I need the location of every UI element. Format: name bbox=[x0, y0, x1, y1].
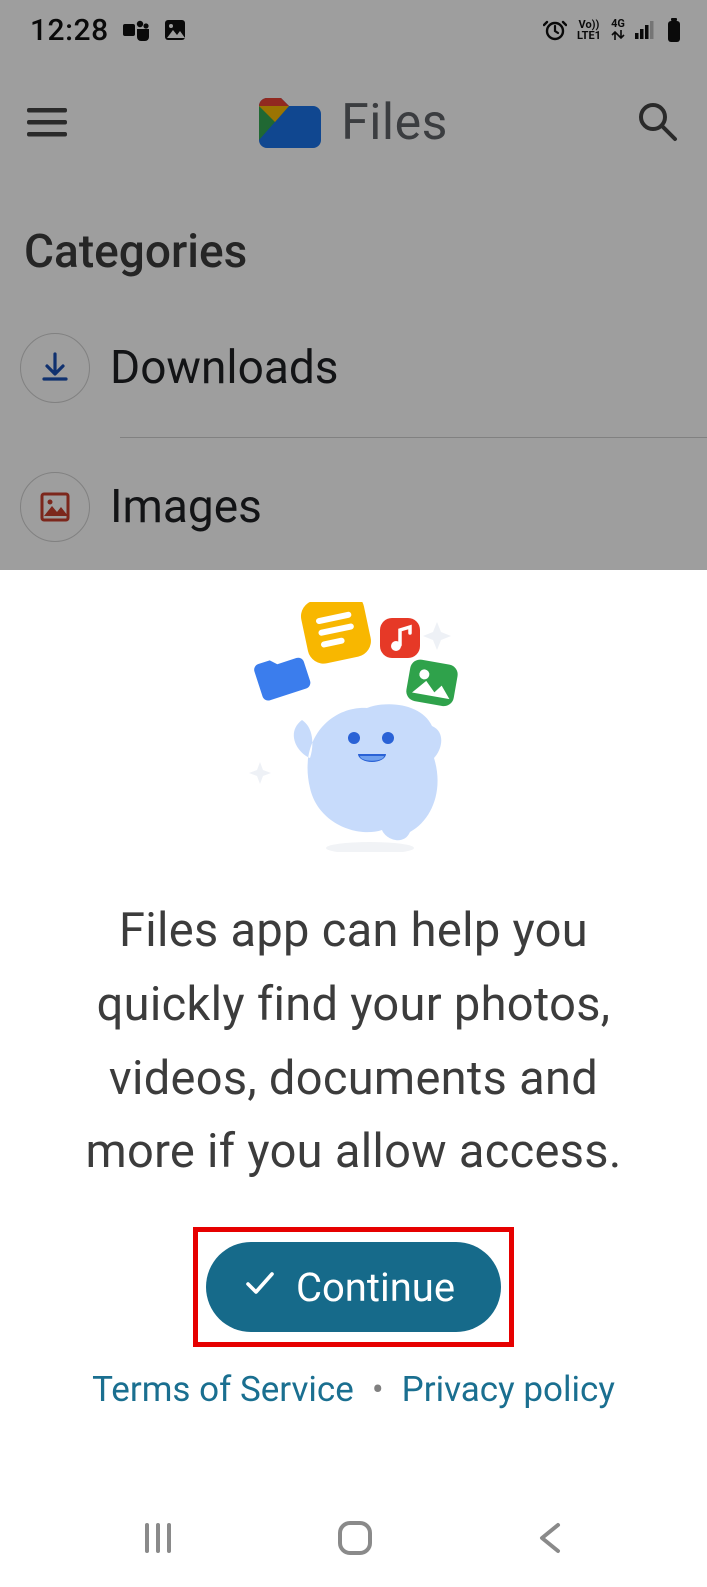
separator-dot: • bbox=[372, 1369, 384, 1410]
check-icon bbox=[242, 1264, 278, 1311]
continue-label: Continue bbox=[296, 1264, 455, 1311]
continue-button[interactable]: Continue bbox=[206, 1242, 501, 1332]
permission-message: Files app can help you quickly find your… bbox=[0, 852, 707, 1189]
back-button[interactable] bbox=[536, 1521, 566, 1559]
permission-sheet: Files app can help you quickly find your… bbox=[0, 570, 707, 1587]
tutorial-highlight: Continue bbox=[193, 1227, 514, 1347]
recents-button[interactable] bbox=[141, 1521, 175, 1559]
privacy-link[interactable]: Privacy policy bbox=[402, 1369, 615, 1410]
system-nav-bar bbox=[0, 1492, 707, 1587]
terms-link[interactable]: Terms of Service bbox=[92, 1369, 354, 1410]
home-button[interactable] bbox=[336, 1519, 374, 1561]
onboarding-illustration bbox=[0, 570, 707, 852]
modal-scrim[interactable] bbox=[0, 0, 707, 570]
